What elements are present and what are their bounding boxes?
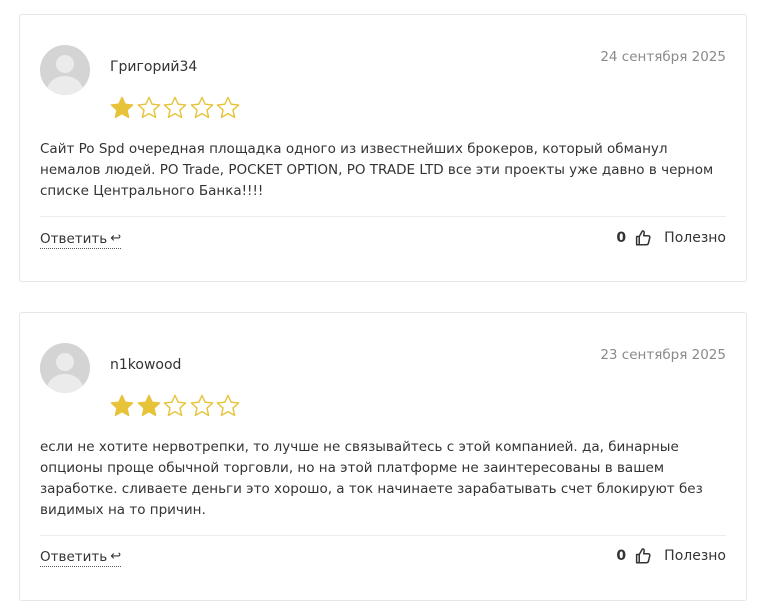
thumbs-up-icon[interactable] xyxy=(634,229,652,247)
avatar xyxy=(40,343,90,393)
reply-arrow-icon: ↩ xyxy=(110,549,122,564)
avatar-body-shape xyxy=(47,76,83,95)
reply-label: Ответить xyxy=(40,549,108,565)
reply-label: Ответить xyxy=(40,231,108,247)
review-card: n1kowood 23 сентября 2025 если не хотите… xyxy=(19,312,747,601)
star-empty-icon xyxy=(216,96,240,119)
helpful-count: 0 xyxy=(616,230,627,246)
star-empty-icon xyxy=(163,96,187,119)
star-empty-icon xyxy=(163,394,187,417)
star-filled-icon xyxy=(110,96,134,119)
divider xyxy=(40,535,726,536)
star-filled-icon xyxy=(110,394,134,417)
avatar-head-shape xyxy=(56,353,74,371)
helpful-section: 0 Полезно xyxy=(616,229,726,247)
avatar-body-shape xyxy=(47,374,83,393)
reply-link[interactable]: Ответить ↩ xyxy=(40,230,122,249)
rating-stars xyxy=(109,95,242,121)
avatar xyxy=(40,45,90,95)
star-empty-icon xyxy=(190,96,213,119)
review-date: 23 сентября 2025 xyxy=(600,347,726,363)
divider xyxy=(40,216,726,217)
helpful-button[interactable]: Полезно xyxy=(664,548,726,564)
review-date: 24 сентября 2025 xyxy=(600,49,726,65)
helpful-button[interactable]: Полезно xyxy=(664,230,726,246)
star-empty-icon xyxy=(137,96,160,119)
reply-arrow-icon: ↩ xyxy=(110,231,122,246)
review-text: если не хотите нервотрепки, то лучше не … xyxy=(40,439,703,518)
review-text: Сайт Po Spd очередная площадка одного из… xyxy=(40,141,714,199)
rating-stars xyxy=(109,393,242,419)
review-author: n1kowood xyxy=(110,357,182,373)
review-card: Григорий34 24 сентября 2025 Сайт Po Spd … xyxy=(19,14,747,282)
reply-link[interactable]: Ответить ↩ xyxy=(40,548,122,567)
helpful-section: 0 Полезно xyxy=(616,547,726,565)
avatar-head-shape xyxy=(56,55,74,73)
review-author: Григорий34 xyxy=(110,59,198,75)
thumbs-up-icon[interactable] xyxy=(634,547,652,565)
star-empty-icon xyxy=(190,394,213,417)
star-empty-icon xyxy=(216,394,240,417)
helpful-count: 0 xyxy=(616,548,627,564)
star-filled-icon xyxy=(137,394,160,417)
